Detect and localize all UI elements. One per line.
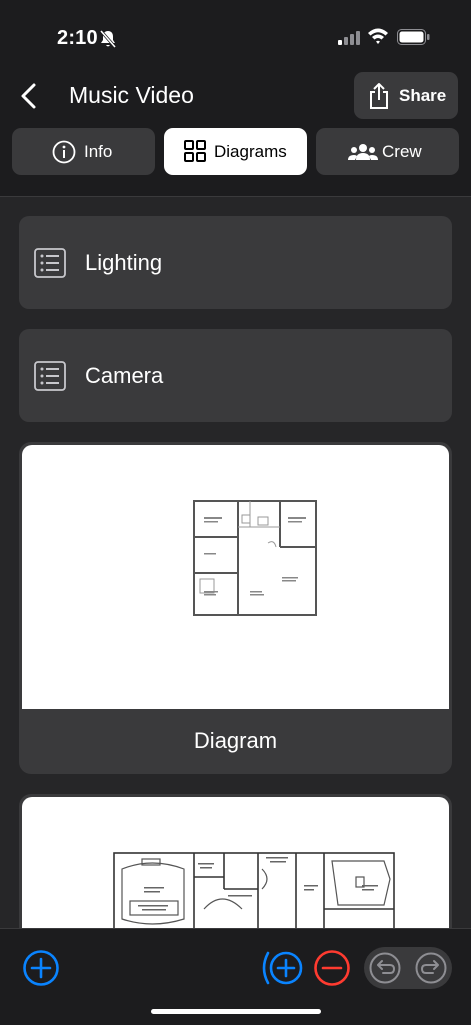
chevron-left-icon bbox=[21, 83, 36, 109]
tab-crew[interactable]: Crew bbox=[316, 128, 459, 175]
tab-info[interactable]: Info bbox=[12, 128, 155, 175]
battery-icon bbox=[397, 29, 430, 45]
diagram-card[interactable]: Diagram bbox=[19, 442, 452, 774]
tab-diagrams-label: Diagrams bbox=[214, 142, 287, 161]
status-bar: 2:10 bbox=[0, 0, 471, 76]
nav-bar: Music Video Share bbox=[0, 72, 471, 120]
tab-diagrams[interactable]: Diagrams bbox=[164, 128, 307, 175]
remove-icon[interactable] bbox=[313, 949, 351, 987]
diagram-thumbnail bbox=[22, 797, 449, 928]
segmented-tabs: Info Diagrams Crew bbox=[12, 128, 459, 176]
list-icon bbox=[34, 361, 66, 391]
zoom-in-icon[interactable] bbox=[258, 949, 304, 987]
share-label: Share bbox=[399, 86, 447, 105]
floor-plan-image bbox=[193, 500, 317, 616]
diagram-caption: Diagram bbox=[193, 728, 278, 753]
diagram-card[interactable] bbox=[19, 794, 452, 928]
share-button[interactable]: Share bbox=[354, 72, 458, 119]
signal-icon bbox=[338, 31, 360, 45]
list-card-lighting[interactable]: Lighting bbox=[19, 216, 452, 309]
silent-bell-icon bbox=[99, 30, 117, 48]
list-card-camera[interactable]: Camera bbox=[19, 329, 452, 422]
wifi-icon bbox=[368, 28, 388, 44]
info-icon bbox=[52, 140, 76, 164]
bottom-toolbar bbox=[0, 928, 471, 1025]
undo-icon[interactable] bbox=[368, 951, 402, 985]
status-time: 2:10 bbox=[57, 27, 98, 49]
share-icon bbox=[370, 83, 388, 109]
grid-icon bbox=[184, 140, 206, 162]
tab-info-label: Info bbox=[84, 142, 113, 161]
diagram-thumbnail bbox=[22, 445, 449, 709]
diagram-list[interactable]: Lighting Camera Diagram bbox=[0, 197, 471, 928]
people-icon bbox=[348, 144, 378, 160]
back-button[interactable] bbox=[16, 80, 44, 112]
list-card-label: Lighting bbox=[85, 250, 163, 275]
page-title: Music Video bbox=[69, 82, 194, 108]
list-card-label: Camera bbox=[85, 363, 164, 388]
home-indicator bbox=[151, 1009, 321, 1014]
tab-crew-label: Crew bbox=[382, 142, 422, 161]
add-icon[interactable] bbox=[22, 949, 60, 987]
floor-plan-image bbox=[113, 852, 395, 928]
list-icon bbox=[34, 248, 66, 278]
redo-icon[interactable] bbox=[414, 951, 448, 985]
undo-redo-group bbox=[364, 947, 452, 989]
